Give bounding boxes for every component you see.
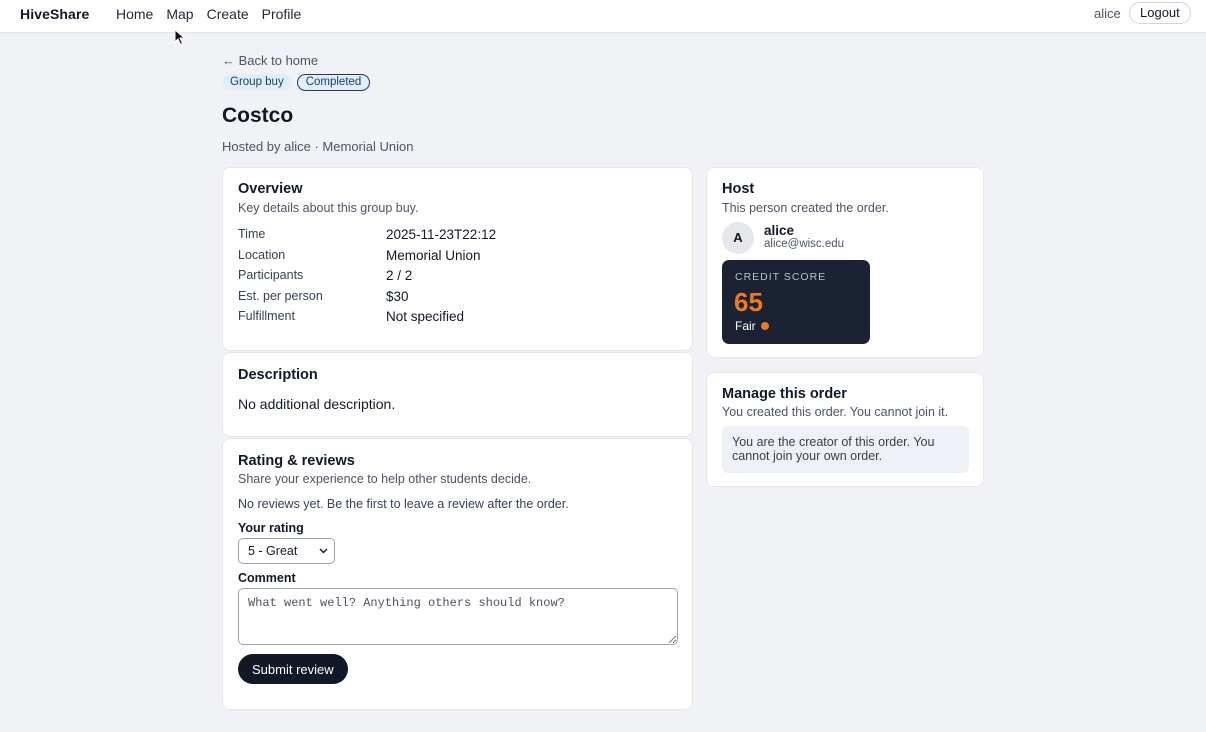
page-title: Costco <box>222 104 294 127</box>
description-title: Description <box>238 367 318 383</box>
detail-label: Location <box>238 248 286 262</box>
page-subtitle: Hosted by alice · Memorial Union <box>222 139 414 154</box>
host-subtitle: This person created the order. <box>722 201 889 215</box>
order-badges: Group buy Completed <box>222 74 371 91</box>
credit-score-level: Fair <box>735 319 756 333</box>
rating-label: Your rating <box>238 521 304 535</box>
comment-textarea[interactable] <box>238 588 678 645</box>
detail-value: Not specified <box>386 309 465 324</box>
detail-value: Memorial Union <box>386 248 481 263</box>
main-nav: Home Map Create Profile <box>116 6 301 22</box>
host-name: alice <box>764 223 795 238</box>
status-dot-icon <box>761 322 769 330</box>
reviews-subtitle: Share your experience to help other stud… <box>238 472 532 486</box>
detail-value: 2 / 2 <box>386 268 413 283</box>
detail-label: Participants <box>238 268 304 282</box>
comment-label: Comment <box>238 571 296 585</box>
logout-button[interactable]: Logout <box>1129 2 1191 24</box>
host-card: Host This person created the order. A al… <box>706 167 984 358</box>
manage-order-card: Manage this order You created this order… <box>706 372 984 487</box>
detail-row-time: Time 2025-11-23T22:12 <box>238 227 678 247</box>
nav-link-map[interactable]: Map <box>166 6 193 22</box>
detail-value: $30 <box>386 289 409 304</box>
detail-label: Fulfillment <box>238 309 295 323</box>
mouse-cursor-icon <box>174 29 186 46</box>
detail-value: 2025-11-23T22:12 <box>386 227 497 242</box>
manage-subtitle: You created this order. You cannot join … <box>722 405 949 419</box>
order-type-badge: Group buy <box>222 74 292 91</box>
current-user-name: alice <box>1094 6 1121 21</box>
rating-select[interactable]: 5 - Great <box>238 538 335 564</box>
credit-score-value: 65 <box>734 287 763 317</box>
order-status-badge: Completed <box>296 74 371 91</box>
avatar: A <box>722 222 754 254</box>
credit-score-label: CREDIT SCORE <box>735 271 827 283</box>
overview-subtitle: Key details about this group buy. <box>238 201 419 215</box>
nav-link-profile[interactable]: Profile <box>262 6 302 22</box>
detail-label: Time <box>238 227 266 241</box>
reviews-title: Rating & reviews <box>238 453 355 469</box>
detail-row-participants: Participants 2 / 2 <box>238 268 678 288</box>
nav-link-create[interactable]: Create <box>207 6 249 22</box>
chevron-down-icon <box>319 548 328 554</box>
no-reviews-text: No reviews yet. Be the first to leave a … <box>238 497 569 511</box>
detail-row-fulfillment: Fulfillment Not specified <box>238 309 678 329</box>
nav-link-home[interactable]: Home <box>116 6 153 22</box>
submit-review-button[interactable]: Submit review <box>238 654 348 684</box>
reviews-card: Rating & reviews Share your experience t… <box>222 438 693 710</box>
overview-card: Overview Key details about this group bu… <box>222 167 693 351</box>
description-text: No additional description. <box>238 396 396 412</box>
brand-logo[interactable]: HiveShare <box>20 6 89 22</box>
back-to-home-link[interactable]: ← Back to home <box>222 53 318 68</box>
detail-row-location: Location Memorial Union <box>238 248 678 268</box>
detail-label: Est. per person <box>238 289 323 303</box>
description-card: Description No additional description. <box>222 352 693 437</box>
creator-notice: You are the creator of this order. You c… <box>722 426 969 473</box>
credit-score-panel: CREDIT SCORE 65 Fair <box>722 260 870 344</box>
overview-title: Overview <box>238 181 303 197</box>
detail-row-price: Est. per person $30 <box>238 289 678 309</box>
rating-select-value: 5 - Great <box>248 544 298 558</box>
host-title: Host <box>722 181 755 197</box>
host-email: alice@wisc.edu <box>764 238 845 250</box>
manage-title: Manage this order <box>722 386 847 402</box>
